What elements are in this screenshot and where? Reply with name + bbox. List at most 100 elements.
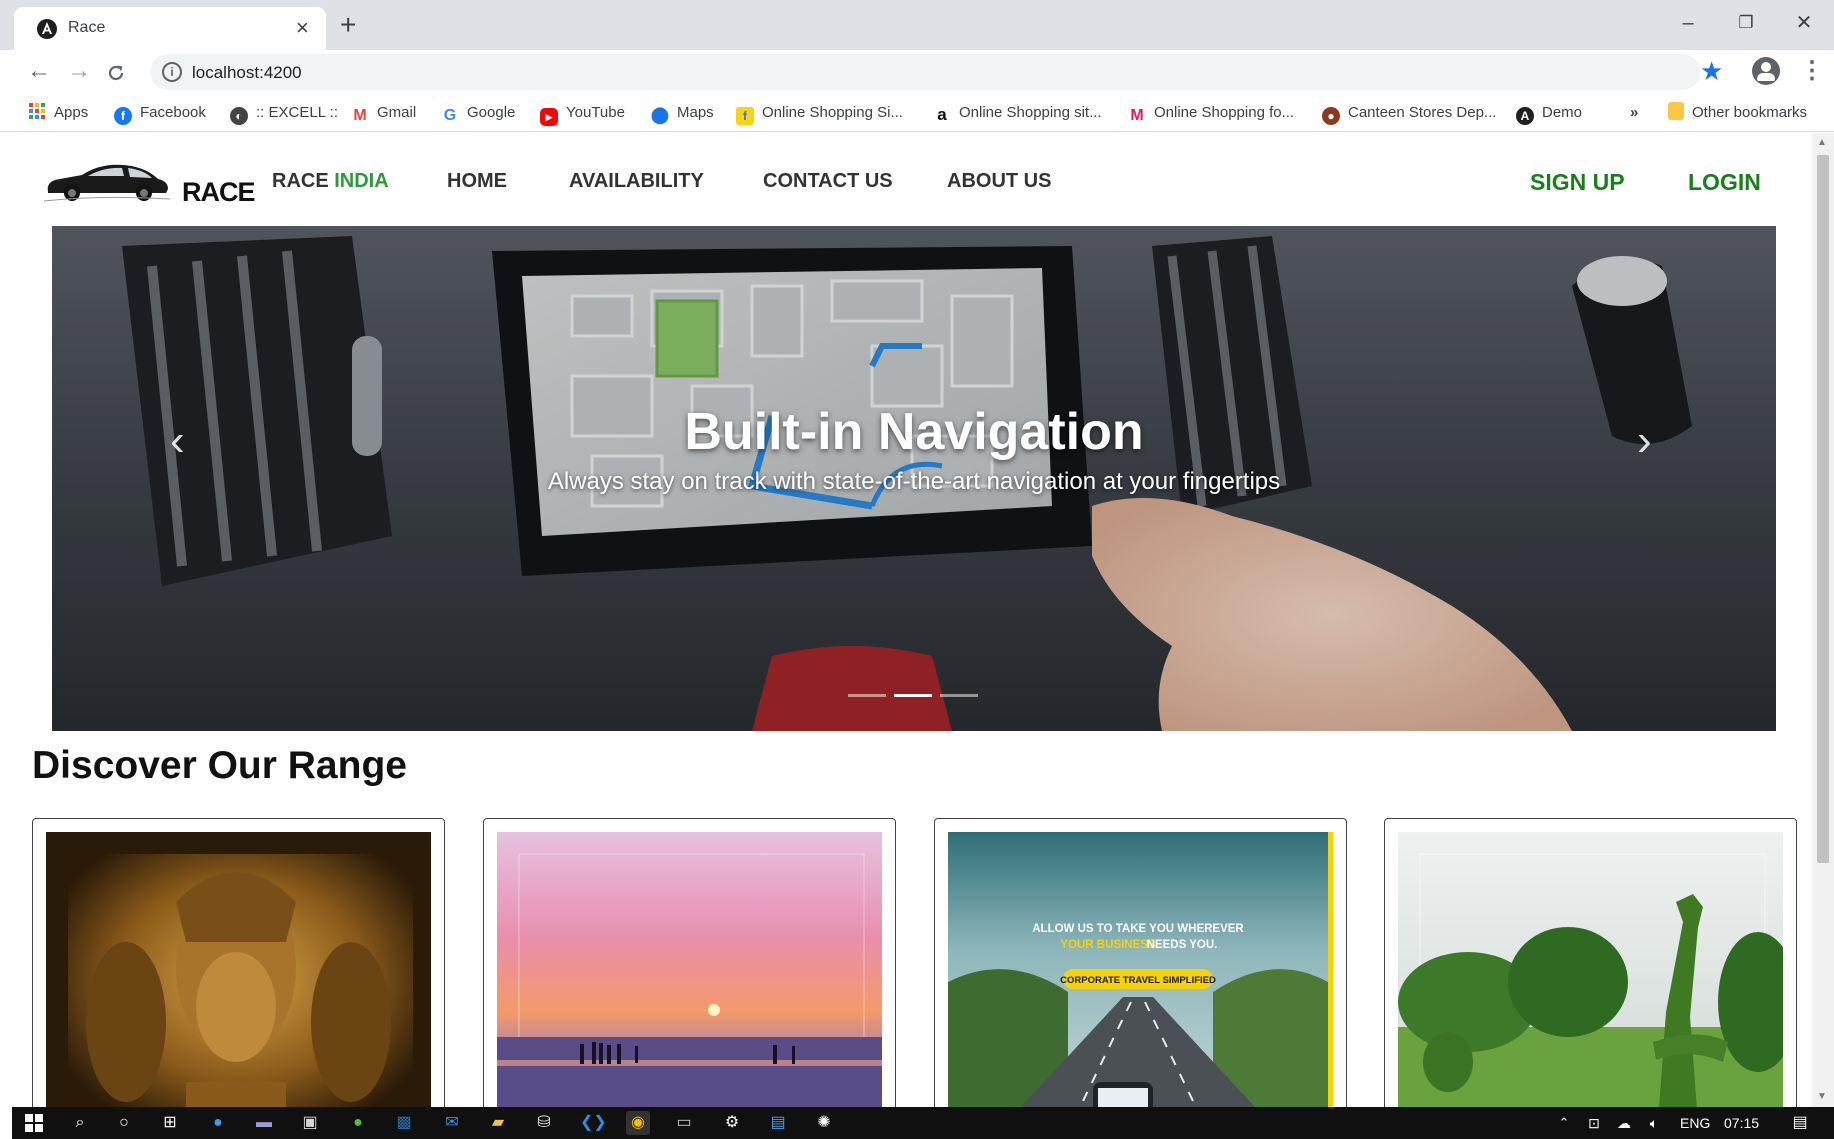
new-tab-button[interactable]: +: [340, 10, 356, 40]
app-icon-6[interactable]: ✺: [812, 1111, 836, 1135]
settings-gear-icon[interactable]: ⚙: [720, 1111, 744, 1135]
other-bookmarks[interactable]: Other bookmarks: [1668, 102, 1807, 124]
brand-name[interactable]: RACE INDIA: [272, 170, 389, 193]
signup-link[interactable]: SIGN UP: [1530, 169, 1625, 196]
hero-carousel[interactable]: ‹ › Built-in Navigation Always stay on t…: [52, 226, 1776, 731]
login-link[interactable]: LOGIN: [1688, 169, 1761, 196]
nav-about-us[interactable]: ABOUT US: [947, 170, 1051, 193]
nav-availability[interactable]: AVAILABILITY: [569, 170, 704, 193]
brand-part-2: INDIA: [334, 170, 389, 192]
restore-button[interactable]: ❐: [1726, 8, 1766, 38]
url-text[interactable]: localhost:4200: [192, 63, 302, 83]
bookmark-amazon[interactable]: a Online Shopping sit...: [933, 102, 1101, 124]
address-bar[interactable]: i localhost:4200: [150, 54, 1700, 90]
apps-grid-icon: [29, 103, 45, 119]
bookmark-label: Facebook: [140, 104, 206, 121]
onedrive-icon[interactable]: ☁: [1612, 1111, 1636, 1135]
site-navbar: RACE RACE INDIA HOME AVAILABILITY CONTAC…: [12, 133, 1812, 226]
globe-icon: ◐: [230, 107, 248, 125]
tab-close-icon[interactable]: ×: [296, 15, 309, 41]
page-scrollbar[interactable]: ▲ ▼: [1812, 133, 1834, 1107]
search-icon[interactable]: ⌕: [68, 1111, 92, 1135]
page-viewport: RACE RACE INDIA HOME AVAILABILITY CONTAC…: [12, 133, 1812, 1107]
bookmark-flipkart[interactable]: f Online Shopping Si...: [736, 102, 903, 125]
browser-menu-icon[interactable]: ⋮: [1800, 56, 1824, 86]
bookmark-apps[interactable]: Apps: [28, 102, 88, 124]
forward-button[interactable]: →: [64, 56, 94, 86]
tray-chevron-up-icon[interactable]: ⌃: [1552, 1111, 1576, 1135]
gmail-icon: M: [353, 107, 367, 124]
angular-favicon-icon: [37, 19, 57, 39]
bookmark-maps[interactable]: ⬤ Maps: [651, 102, 714, 124]
chrome-icon[interactable]: ◉: [626, 1111, 650, 1135]
range-card-beach[interactable]: [483, 818, 896, 1107]
card-badge: CORPORATE TRAVEL SIMPLIFIED: [1060, 975, 1216, 986]
site-logo[interactable]: RACE: [42, 151, 256, 207]
info-icon[interactable]: i: [162, 62, 182, 82]
clock[interactable]: 07:15: [1724, 1115, 1759, 1131]
network-icon[interactable]: ⊡: [1582, 1111, 1606, 1135]
nav-home[interactable]: HOME: [447, 170, 507, 193]
nav-contact-us[interactable]: CONTACT US: [763, 170, 893, 193]
maps-pin-icon: ⬤: [651, 107, 669, 124]
reload-icon[interactable]: [106, 63, 126, 83]
app-icon-5[interactable]: ▤: [766, 1111, 790, 1135]
logo-text: RACE: [182, 177, 256, 207]
app-icon-1[interactable]: ▬: [252, 1111, 276, 1135]
bookmark-star-icon[interactable]: ★: [1700, 56, 1723, 86]
bookmark-myntra[interactable]: M Online Shopping fo...: [1128, 102, 1294, 124]
card-headline-1: ALLOW US TO TAKE YOU WHEREVER: [1032, 923, 1244, 935]
youtube-icon: ▶: [540, 108, 558, 126]
terminal-icon[interactable]: ▭: [672, 1111, 696, 1135]
vscode-icon[interactable]: ❮❯: [580, 1111, 607, 1135]
car-logo-icon: [43, 164, 171, 202]
bookmark-excell[interactable]: ◐:: EXCELL ::: [230, 102, 338, 125]
file-explorer-icon[interactable]: ▰: [486, 1111, 510, 1135]
edge-icon[interactable]: ●: [206, 1111, 230, 1135]
windows-start-icon[interactable]: [22, 1111, 46, 1135]
scroll-down-icon[interactable]: ▼: [1817, 1091, 1827, 1102]
scroll-up-icon[interactable]: ▲: [1817, 137, 1827, 148]
bookmark-label: Canteen Stores Dep...: [1348, 104, 1497, 121]
bookmark-canteen[interactable]: ● Canteen Stores Dep...: [1322, 102, 1497, 125]
screen: Race × + – ❐ ✕ ← → i localhost:4200 ★ ⋮ …: [0, 0, 1834, 1139]
range-card-garden[interactable]: [1384, 818, 1797, 1107]
windows-taskbar: ⌕ ○ ⊞ ● ▬ ▣ ● ▩ ✉ ▰ ⛁ ❮❯ ◉ ▭ ⚙ ▤ ✺ ⌃ ⊡ ☁…: [12, 1107, 1834, 1139]
back-button[interactable]: ←: [24, 56, 54, 86]
card-image-sculpture: [46, 832, 431, 1107]
range-card-corporate[interactable]: ALLOW US TO TAKE YOU WHEREVER YOUR BUSIN…: [934, 818, 1347, 1107]
app-icon-4[interactable]: ▩: [392, 1111, 416, 1135]
store-icon[interactable]: ⛁: [532, 1111, 556, 1135]
cortana-icon[interactable]: ○: [112, 1111, 136, 1135]
language-indicator[interactable]: ENG: [1680, 1115, 1710, 1131]
bookmark-label: Online Shopping Si...: [762, 104, 903, 121]
brand-part-1: RACE: [272, 170, 329, 192]
tab-title: Race: [68, 19, 106, 36]
app-icon-2[interactable]: ▣: [298, 1111, 322, 1135]
bookmark-facebook[interactable]: f Facebook: [114, 102, 206, 125]
bookmark-youtube[interactable]: ▶ YouTube: [540, 102, 625, 126]
close-window-button[interactable]: ✕: [1784, 8, 1824, 38]
carousel-indicator-2[interactable]: [894, 694, 932, 697]
minimize-button[interactable]: –: [1668, 8, 1708, 38]
bookmark-demo[interactable]: A Demo: [1516, 102, 1582, 125]
browser-tab[interactable]: Race ×: [14, 7, 326, 50]
flipkart-icon: f: [736, 107, 754, 125]
profile-avatar-icon[interactable]: [1752, 57, 1780, 85]
scroll-thumb[interactable]: [1817, 155, 1829, 863]
bookmark-gmail[interactable]: M Gmail: [351, 102, 416, 124]
range-card-elephanta[interactable]: [32, 818, 445, 1107]
volume-icon[interactable]: 🔈︎: [1642, 1111, 1666, 1135]
bookmark-google[interactable]: G Google: [441, 102, 516, 124]
bookmark-label: Gmail: [377, 104, 417, 121]
task-view-icon[interactable]: ⊞: [158, 1111, 182, 1135]
notifications-icon[interactable]: ▤: [1788, 1111, 1812, 1135]
mail-icon[interactable]: ✉: [440, 1111, 464, 1135]
amazon-icon: a: [937, 105, 947, 124]
app-icon-3[interactable]: ●: [346, 1111, 370, 1135]
carousel-caption-text: Always stay on track with state-of-the-a…: [547, 468, 1281, 495]
carousel-indicator-1[interactable]: [848, 694, 886, 697]
bookmarks-overflow-button[interactable]: »: [1630, 102, 1638, 124]
carousel-indicator-3[interactable]: [940, 694, 978, 697]
bookmarks-bar: Apps f Facebook ◐:: EXCELL :: M Gmail G Goo…: [0, 94, 1834, 132]
